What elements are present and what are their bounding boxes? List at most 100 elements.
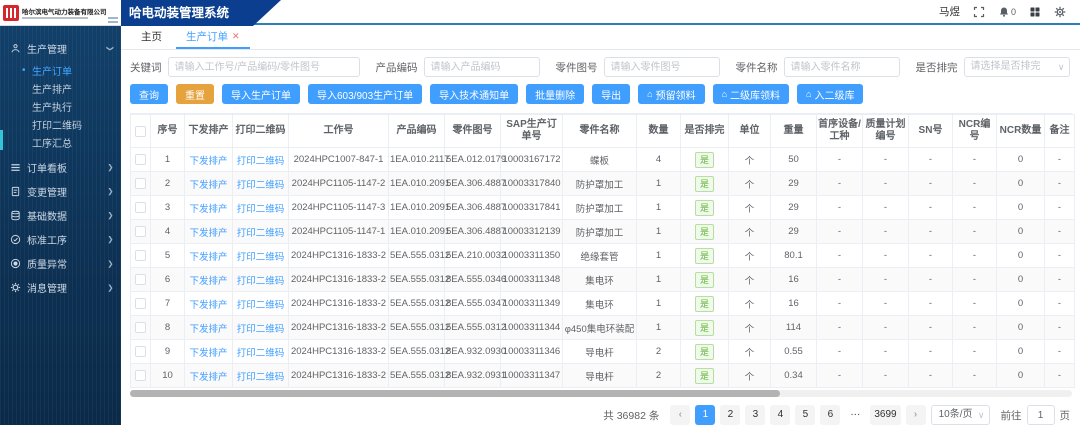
cell-first-equipment: -	[817, 268, 863, 292]
row-checkbox[interactable]	[135, 298, 146, 309]
button-label: 入二级库	[814, 87, 854, 102]
row-checkbox[interactable]	[135, 370, 146, 381]
cell-work-no: 2024HPC1316-1833-2	[289, 292, 389, 316]
sidebar-item-1[interactable]: 订单看板❯	[0, 155, 121, 179]
dispatch-link[interactable]: 下发排产	[189, 180, 227, 191]
column-header-16: NCR数量	[997, 115, 1045, 148]
sidebar-item-2[interactable]: 变更管理❯	[0, 179, 121, 203]
toolbar-button-0[interactable]: 查询	[130, 84, 168, 104]
print-qrcode-link[interactable]: 打印二维码	[237, 324, 285, 335]
toolbar-button-9[interactable]: ⌂入二级库	[797, 84, 863, 104]
sidebar-subitem-1[interactable]: 生产排产	[0, 79, 121, 97]
cell-ncr-no: -	[953, 316, 997, 340]
pagination-next-button[interactable]: ›	[906, 405, 926, 425]
toolbar-button-2[interactable]: 导入生产订单	[222, 84, 300, 104]
toolbar-button-7[interactable]: ⌂预留领料	[638, 84, 704, 104]
row-checkbox[interactable]	[135, 226, 146, 237]
horizontal-scrollbar-thumb[interactable]	[130, 390, 780, 397]
cell-qty: 1	[637, 172, 681, 196]
row-checkbox[interactable]	[135, 178, 146, 189]
dispatch-link[interactable]: 下发排产	[189, 324, 227, 335]
row-checkbox[interactable]	[135, 346, 146, 357]
pagination-page-1[interactable]: 1	[695, 405, 715, 425]
sidebar-item-3[interactable]: 基础数据❯	[0, 203, 121, 227]
toolbar-button-5[interactable]: 批量删除	[526, 84, 584, 104]
dispatch-link[interactable]: 下发排产	[189, 156, 227, 167]
tab-0[interactable]: 主页	[131, 25, 172, 49]
toolbar-button-6[interactable]: 导出	[592, 84, 630, 104]
pagination-page-4[interactable]: 4	[770, 405, 790, 425]
filter-select-4[interactable]: 请选择是否排完∨	[964, 57, 1070, 77]
toolbar-button-4[interactable]: 导入技术通知单	[430, 84, 518, 104]
pagination-page-3[interactable]: 3	[745, 405, 765, 425]
sidebar-subitem-3[interactable]: 打印二维码	[0, 115, 121, 133]
select-all-checkbox[interactable]	[135, 126, 146, 137]
print-qrcode-link[interactable]: 打印二维码	[237, 300, 285, 311]
dispatch-link[interactable]: 下发排产	[189, 348, 227, 359]
sidebar-item-5[interactable]: 质量异常❯	[0, 251, 121, 275]
chevron-right-icon: ❯	[108, 283, 114, 291]
filter-input-2[interactable]	[604, 57, 720, 77]
toolbar-button-1[interactable]: 重置	[176, 84, 214, 104]
dispatch-link[interactable]: 下发排产	[189, 228, 227, 239]
cell-dispatch: 下发排产	[185, 172, 233, 196]
print-qrcode-link[interactable]: 打印二维码	[237, 276, 285, 287]
pagination-page-6[interactable]: 6	[820, 405, 840, 425]
column-header-15: NCR编号	[953, 115, 997, 148]
filter-input-1[interactable]	[424, 57, 540, 77]
sidebar-subitem-4[interactable]: 工序汇总	[0, 133, 121, 151]
dispatch-link[interactable]: 下发排产	[189, 372, 227, 383]
dispatch-link[interactable]: 下发排产	[189, 252, 227, 263]
cell-weight: 16	[771, 292, 817, 316]
row-checkbox[interactable]	[135, 250, 146, 261]
sidebar-item-4[interactable]: 标准工序❯	[0, 227, 121, 251]
fullscreen-icon[interactable]	[973, 6, 985, 18]
cell-sn: -	[909, 196, 953, 220]
tab-close-icon[interactable]: ✕	[232, 31, 240, 42]
sidebar-item-0[interactable]: 生产管理❯	[0, 36, 121, 60]
dispatch-link[interactable]: 下发排产	[189, 276, 227, 287]
print-qrcode-link[interactable]: 打印二维码	[237, 156, 285, 167]
sidebar-subitem-2[interactable]: 生产执行	[0, 97, 121, 115]
filter-row: 关键词产品编码零件图号零件名称是否排完请选择是否排完∨	[130, 57, 1072, 77]
toolbar-button-8[interactable]: ⌂二级库领料	[713, 84, 789, 104]
apps-grid-icon[interactable]	[1029, 6, 1041, 18]
dispatch-link[interactable]: 下发排产	[189, 204, 227, 215]
print-qrcode-link[interactable]: 打印二维码	[237, 180, 285, 191]
print-qrcode-link[interactable]: 打印二维码	[237, 348, 285, 359]
filter-group-2: 零件图号	[556, 57, 720, 77]
cell-seq: 10	[151, 364, 185, 388]
notification-bell-icon[interactable]: 0	[998, 6, 1016, 18]
cell-sap-order-no: 10003311350	[501, 244, 563, 268]
page-size-select[interactable]: 10条/页∨	[931, 405, 990, 425]
print-qrcode-link[interactable]: 打印二维码	[237, 204, 285, 215]
pagination-page-3699[interactable]: 3699	[870, 405, 900, 425]
sidebar-item-6[interactable]: 消息管理❯	[0, 275, 121, 299]
cell-unit: 个	[729, 244, 771, 268]
user-name[interactable]: 马煜	[939, 4, 960, 19]
print-qrcode-link[interactable]: 打印二维码	[237, 252, 285, 263]
sidebar-item-label: 质量异常	[27, 256, 67, 271]
cell-print: 打印二维码	[233, 292, 289, 316]
filter-input-0[interactable]	[168, 57, 360, 77]
goto-page-input[interactable]	[1027, 405, 1055, 425]
sidebar-collapse-toggle[interactable]	[108, 15, 118, 25]
pagination-page-5[interactable]: 5	[795, 405, 815, 425]
sidebar-subitem-0[interactable]: 生产订单	[0, 61, 121, 79]
cell-product-code: 1EA.010.2091	[389, 172, 445, 196]
dispatch-link[interactable]: 下发排产	[189, 300, 227, 311]
row-checkbox[interactable]	[135, 322, 146, 333]
print-qrcode-link[interactable]: 打印二维码	[237, 228, 285, 239]
pagination-prev-button[interactable]: ‹	[670, 405, 690, 425]
tab-1[interactable]: 生产订单✕	[176, 25, 250, 49]
row-checkbox[interactable]	[135, 274, 146, 285]
gear-icon[interactable]	[1054, 6, 1066, 18]
filter-input-3[interactable]	[784, 57, 900, 77]
pagination-page-2[interactable]: 2	[720, 405, 740, 425]
print-qrcode-link[interactable]: 打印二维码	[237, 372, 285, 383]
row-checkbox[interactable]	[135, 154, 146, 165]
row-checkbox[interactable]	[135, 202, 146, 213]
horizontal-scrollbar[interactable]	[130, 390, 1072, 397]
column-header-17: 备注	[1045, 115, 1075, 148]
toolbar-button-3[interactable]: 导入603/903生产订单	[308, 84, 422, 104]
